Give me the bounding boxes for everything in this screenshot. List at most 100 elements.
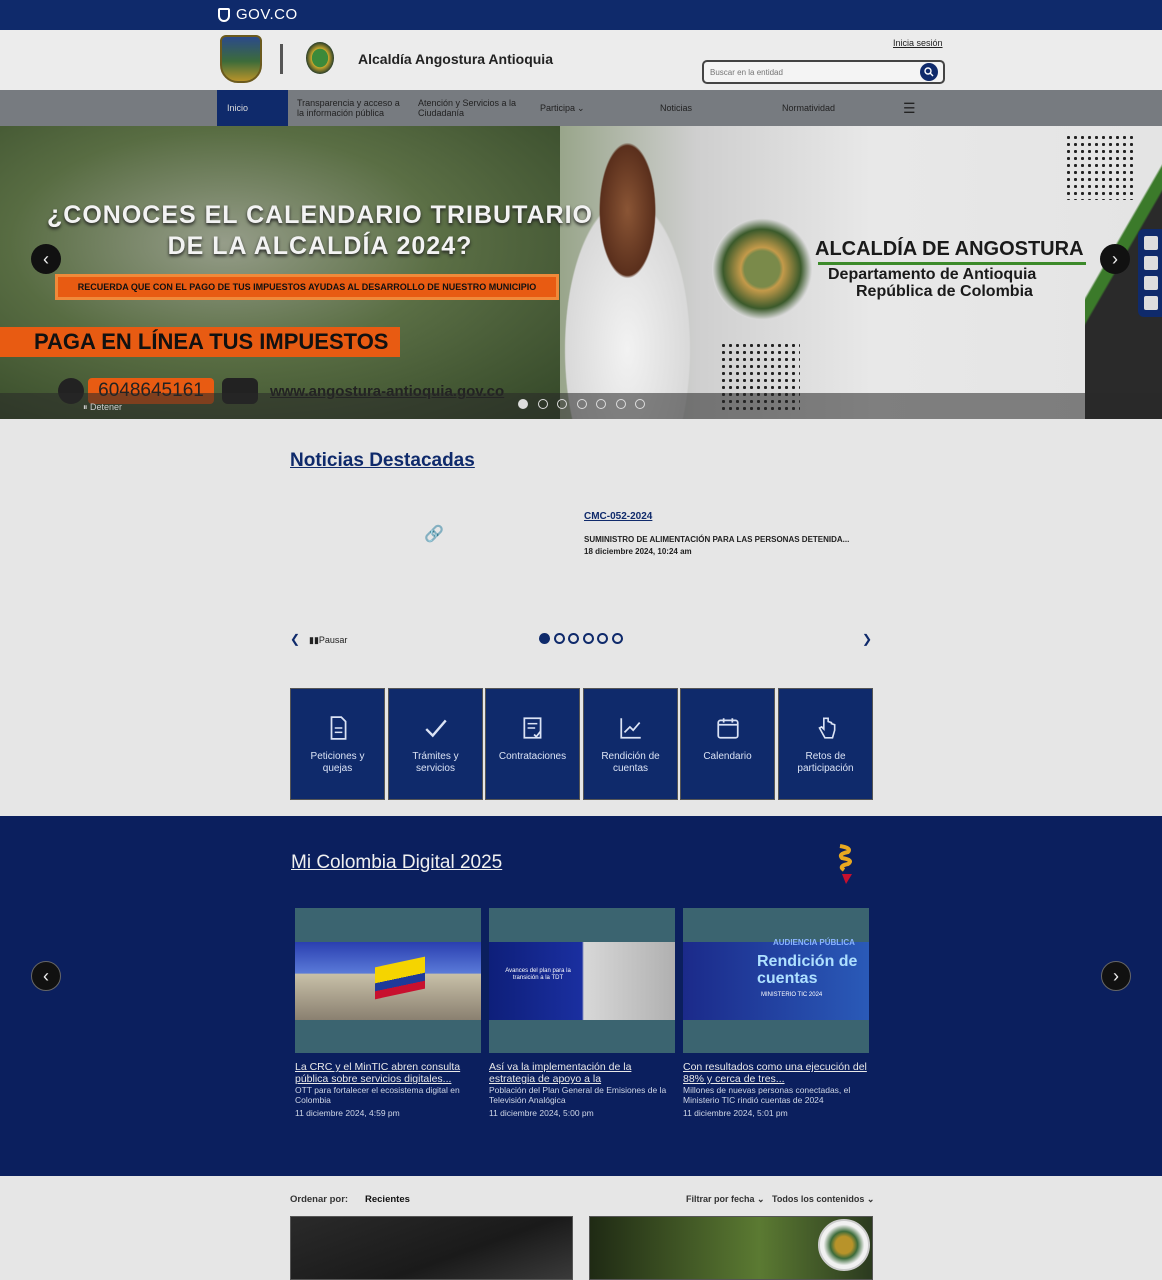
checkmark-icon [424,719,447,738]
hero-reminder-text: RECUERDA QUE CON EL PAGO DE TUS IMPUESTO… [77,282,537,292]
contract-icon [522,717,541,739]
mcd-card[interactable] [295,908,481,1053]
hero-person-image [540,141,715,419]
hero-pay-text: PAGA EN LÍNEA TUS IMPUESTOS [34,329,389,354]
colombia-coat-of-arms-icon[interactable] [220,35,262,83]
news-prev-button[interactable]: ❮ [290,632,300,646]
news-dot[interactable] [568,633,580,644]
tile-label: Rendición de cuentas [601,751,660,774]
document-icon [330,716,346,740]
nav-item-normatividad[interactable]: Normatividad [782,90,852,126]
card-image-toptext: AUDIENCIA PÚBLICA [773,938,855,947]
sign-language-icon[interactable] [1144,296,1158,310]
nav-item-noticias[interactable]: Noticias [660,90,720,126]
filter-date-dropdown[interactable]: Filtrar por fecha ⌄ [686,1194,765,1205]
news-item-date: 18 diciembre 2024, 10:24 am [584,547,692,556]
search-box [702,60,945,84]
mcd-card-title[interactable]: La CRC y el MinTIC abren consulta públic… [295,1061,481,1085]
contrast-icon[interactable] [1144,236,1158,250]
card-image: AUDIENCIA PÚBLICA Rendición de cuentas M… [683,938,869,1020]
text-size-icon[interactable] [1144,256,1158,270]
hero-background-image [0,126,560,419]
hero-prev-button[interactable]: ‹ [31,244,61,274]
tile-peticiones[interactable]: Peticiones y quejas [290,688,385,800]
mcd-card[interactable]: Avances del plan para la transición a la… [489,908,675,1053]
news-pause-label: Pausar [318,635,348,645]
hero-slide-dot[interactable] [635,399,645,409]
govco-shield-icon [218,7,230,22]
hero-title-line1: ¿CONOCES EL CALENDARIO TRIBUTARIO [47,201,593,229]
hero-slide-dot[interactable] [615,399,626,409]
link-icon[interactable]: 🔗 [424,524,444,544]
hero-slide-dot[interactable] [557,399,567,409]
hero-pay-banner: PAGA EN LÍNEA TUS IMPUESTOS [0,327,400,357]
hero-org-country: República de Colombia [856,283,1033,300]
hero-stop-button[interactable]: ⏸ Detener [83,402,122,413]
filter-date-label: Filtrar por fecha [686,1194,755,1204]
news-dot[interactable] [553,633,565,644]
mcd-card[interactable]: AUDIENCIA PÚBLICA Rendición de cuentas M… [683,908,869,1053]
image-icon[interactable] [1144,276,1158,290]
nav-item-atencion[interactable]: Atención y Servicios a la Ciudadanía [418,90,530,126]
mcd-next-button[interactable]: › [1101,961,1131,991]
nav-item-participa[interactable]: Participa ⌄ [540,90,600,126]
site-title[interactable]: Alcaldía Angostura Antioquia [358,51,553,67]
angostura-crest-icon [712,218,812,320]
hero-slide-dot[interactable] [537,399,548,409]
hero-org-dept: Departamento de Antioquia [828,266,1037,283]
tile-tramites[interactable]: Trámites y servicios [388,688,483,800]
search-button[interactable] [920,63,938,81]
news-dot[interactable] [612,633,623,644]
news-item-code[interactable]: CMC-052-2024 [584,511,652,522]
mi-colombia-title[interactable]: Mi Colombia Digital 2025 [291,852,502,874]
govco-logo[interactable]: GOV.CO [218,6,298,23]
news-dot[interactable] [539,633,550,644]
card-image-subtext: MINISTERIO TIC 2024 [761,992,823,998]
noticias-title[interactable]: Noticias Destacadas [290,450,475,472]
hero-slide-dot[interactable] [576,399,587,409]
mcd-card-title[interactable]: Así va la implementación de la estrategi… [489,1061,675,1085]
nav-item-participa-label: Participa [540,102,576,113]
nav-item-atencion-label: Atención y Servicios a la Ciudadanía [418,97,517,118]
search-icon [924,67,934,77]
menu-hamburger-icon[interactable]: ☰ [903,100,916,117]
tile-contrataciones[interactable]: Contrataciones [485,688,580,800]
chevron-right-icon: › [1112,248,1118,269]
tile-label: Peticiones y quejas [310,751,365,774]
tile-retos[interactable]: Retos de participación [778,688,873,800]
tile-calendario[interactable]: Calendario [680,688,775,800]
gov-top-bar [0,0,1162,30]
news-dot[interactable] [597,633,609,644]
hero-org-underline [818,262,1086,265]
mcd-card-date: 11 diciembre 2024, 4:59 pm [295,1108,400,1118]
mcd-card-desc: Millones de nuevas personas conectadas, … [683,1085,851,1106]
mcd-card-title[interactable]: Con resultados como una ejecución del 88… [683,1061,869,1085]
hero-dot-pattern [1065,134,1135,200]
news-dot[interactable] [582,633,594,644]
news-pause-button[interactable]: ▮▮Pausar [309,635,347,646]
hero-stop-label: Detener [90,402,123,412]
mcd-card-desc: OTT para fortalecer el ecosistema digita… [295,1085,460,1106]
hero-next-button[interactable]: › [1100,244,1130,274]
mcd-prev-button[interactable]: ‹ [31,961,61,991]
hero-org-name: ALCALDÍA DE ANGOSTURA [815,238,1084,260]
angostura-seal-icon [818,1219,870,1271]
hero-slide-dot[interactable] [518,399,528,409]
angostura-emblem-icon[interactable] [306,42,334,74]
mi-colombia-logo-icon [838,844,852,884]
nav-item-inicio[interactable]: Inicio [217,90,288,126]
login-link[interactable]: Inicia sesión [893,38,943,48]
calendar-icon [716,718,739,739]
content-card[interactable] [290,1216,573,1280]
chevron-down-icon: ⌄ [757,1194,765,1204]
nav-item-transparencia[interactable]: Transparencia y acceso a la información … [297,90,407,126]
search-input[interactable] [710,65,910,79]
hero-title: ¿CONOCES EL CALENDARIO TRIBUTARIO DE LA … [40,200,600,263]
filter-content-dropdown[interactable]: Todos los contenidos ⌄ [772,1194,874,1205]
tile-rendicion[interactable]: Rendición de cuentas [583,688,678,800]
news-next-button[interactable]: ❯ [862,632,872,646]
govco-label: GOV.CO [236,6,298,23]
sort-select[interactable]: Recientes [365,1194,410,1205]
filter-all-label: Todos los contenidos [772,1194,865,1204]
hero-slide-dot[interactable] [596,399,606,409]
